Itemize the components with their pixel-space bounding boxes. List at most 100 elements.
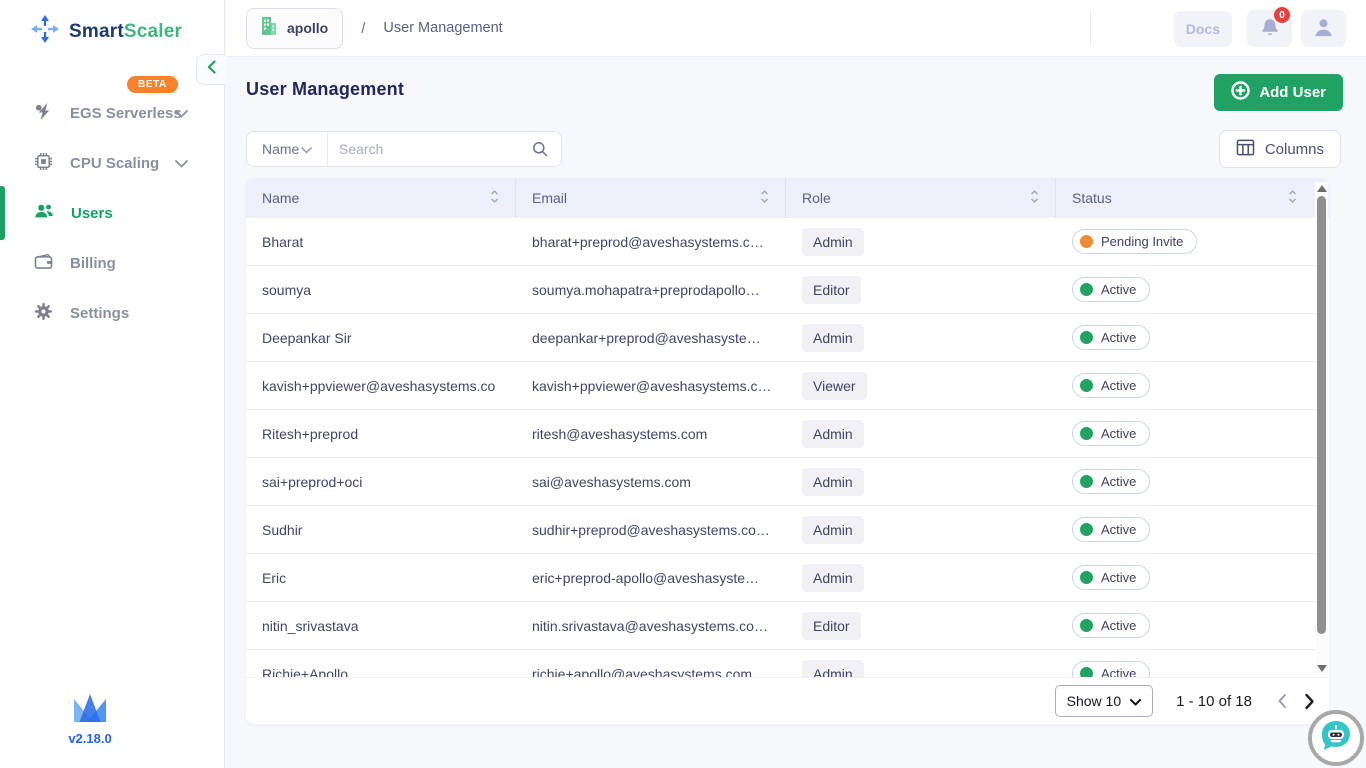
notification-count-badge: 0 xyxy=(1274,7,1290,23)
cell-role: Editor xyxy=(786,276,1056,304)
chevron-left-icon xyxy=(1277,693,1287,709)
table-row[interactable]: Deepankar Sir deepankar+preprod@aveshasy… xyxy=(246,314,1329,362)
cell-status: Active xyxy=(1056,661,1329,678)
status-badge: Active xyxy=(1072,469,1150,494)
table-row[interactable]: sai+preprod+oci sai@aveshasystems.com Ad… xyxy=(246,458,1329,506)
columns-label: Columns xyxy=(1265,141,1324,158)
crown-icon xyxy=(71,694,109,722)
topbar-actions: Docs 0 xyxy=(1174,0,1346,57)
table-header-status[interactable]: Status xyxy=(1056,178,1329,218)
table-header-email[interactable]: Email xyxy=(516,178,786,218)
page-size-select[interactable]: Show 10 xyxy=(1055,685,1153,717)
chat-widget-button[interactable] xyxy=(1308,710,1364,766)
cell-status: Active xyxy=(1056,613,1329,638)
workspace-name: apollo xyxy=(287,20,328,36)
sidebar-item-billing[interactable]: Billing xyxy=(0,238,224,288)
table-header-role[interactable]: Role xyxy=(786,178,1056,218)
status-badge: Active xyxy=(1072,613,1150,638)
table-row[interactable]: nitin_srivastava nitin.srivastava@avesha… xyxy=(246,602,1329,650)
status-dot-icon xyxy=(1080,427,1093,440)
role-chip: Admin xyxy=(802,564,864,592)
cell-email: nitin.srivastava@aveshasystems.co… xyxy=(516,618,786,634)
cell-status: Pending Invite xyxy=(1056,229,1329,254)
sidebar-item-settings[interactable]: Settings xyxy=(0,288,224,338)
building-icon xyxy=(261,17,277,40)
table-header-name[interactable]: Name xyxy=(246,178,516,218)
sidebar-collapse-button[interactable] xyxy=(196,54,226,85)
topbar-divider xyxy=(1090,10,1091,46)
cell-email: kavish+ppviewer@aveshasystems.c… xyxy=(516,378,786,394)
docs-button[interactable]: Docs xyxy=(1174,11,1232,47)
role-chip: Admin xyxy=(802,420,864,448)
status-dot-icon xyxy=(1080,235,1093,248)
role-chip: Admin xyxy=(802,228,864,256)
lightning-icon xyxy=(34,102,53,125)
status-dot-icon xyxy=(1080,475,1093,488)
role-chip: Admin xyxy=(802,468,864,496)
sort-icon[interactable] xyxy=(1288,190,1297,206)
cell-email: sudhir+preprod@aveshasystems.co… xyxy=(516,522,786,538)
table-row[interactable]: kavish+ppviewer@aveshasystems.co kavish+… xyxy=(246,362,1329,410)
table-row[interactable]: Ritesh+preprod ritesh@aveshasystems.com … xyxy=(246,410,1329,458)
profile-button[interactable] xyxy=(1301,10,1346,47)
sidebar-item-label: EGS Serverless xyxy=(70,105,182,122)
table-row[interactable]: Sudhir sudhir+preprod@aveshasystems.co… … xyxy=(246,506,1329,554)
sidebar-item-label: CPU Scaling xyxy=(70,155,159,172)
chevron-left-icon xyxy=(207,60,216,79)
breadcrumb-separator: / xyxy=(361,20,365,37)
table-header-row: Name Email Role Status xyxy=(246,178,1329,218)
sidebar: SmartScaler BETA EGS Serverless CPU Scal… xyxy=(0,0,225,768)
beta-badge: BETA xyxy=(127,76,178,93)
sort-icon[interactable] xyxy=(1030,190,1039,206)
table-row[interactable]: Bharat bharat+preprod@aveshasystems.c… A… xyxy=(246,218,1329,266)
chevron-down-icon xyxy=(301,141,312,157)
filter-field-select[interactable]: Name xyxy=(247,132,327,166)
sidebar-item-users[interactable]: Users xyxy=(0,188,224,238)
table-scrollbar[interactable] xyxy=(1315,182,1328,674)
table-row[interactable]: Richie+Apollo richie+apollo@aveshasystem… xyxy=(246,650,1329,678)
users-icon xyxy=(34,202,54,224)
next-page-button[interactable] xyxy=(1302,691,1317,712)
sidebar-nav: BETA EGS Serverless CPU Scaling Users xyxy=(0,88,224,338)
cell-status: Active xyxy=(1056,373,1329,398)
table-scroll-area: Name Email Role Status Bharat bharat+ xyxy=(246,178,1329,678)
table-row[interactable]: Eric eric+preprod-apollo@aveshasyste… Ad… xyxy=(246,554,1329,602)
status-dot-icon xyxy=(1080,331,1093,344)
status-dot-icon xyxy=(1080,619,1093,632)
cell-status: Active xyxy=(1056,277,1329,302)
status-dot-icon xyxy=(1080,571,1093,584)
chevron-down-icon xyxy=(1130,693,1141,709)
notifications-button[interactable]: 0 xyxy=(1247,10,1292,47)
status-badge: Active xyxy=(1072,565,1150,590)
sidebar-item-egs-serverless[interactable]: BETA EGS Serverless xyxy=(0,88,224,138)
cell-name: sai+preprod+oci xyxy=(246,474,516,490)
scrollbar-down-arrow-icon[interactable] xyxy=(1315,662,1328,674)
columns-button[interactable]: Columns xyxy=(1219,130,1341,168)
workspace-chip[interactable]: apollo xyxy=(246,8,343,49)
cell-role: Editor xyxy=(786,612,1056,640)
scrollbar-up-arrow-icon[interactable] xyxy=(1315,182,1328,194)
cell-status: Active xyxy=(1056,421,1329,446)
page-title: User Management xyxy=(246,79,404,100)
sidebar-item-label: Users xyxy=(71,205,113,222)
cell-name: soumya xyxy=(246,282,516,298)
cpu-chip-icon xyxy=(34,152,53,175)
user-avatar-icon xyxy=(1313,17,1334,41)
sort-icon[interactable] xyxy=(490,190,499,206)
add-user-button[interactable]: Add User xyxy=(1214,74,1343,111)
wallet-icon xyxy=(34,253,53,274)
sort-icon[interactable] xyxy=(760,190,769,206)
users-table-card: Name Email Role Status Bharat bharat+ xyxy=(246,178,1329,724)
cell-name: Deepankar Sir xyxy=(246,330,516,346)
pagination-arrows xyxy=(1275,691,1317,712)
cell-email: ritesh@aveshasystems.com xyxy=(516,426,786,442)
search-icon xyxy=(532,141,548,157)
scrollbar-thumb[interactable] xyxy=(1317,196,1326,634)
status-badge: Active xyxy=(1072,421,1150,446)
search-input[interactable] xyxy=(327,141,532,157)
pagination-range: 1 - 10 of 18 xyxy=(1176,693,1252,710)
cell-role: Viewer xyxy=(786,372,1056,400)
table-row[interactable]: soumya soumya.mohapatra+preprodapollo… E… xyxy=(246,266,1329,314)
prev-page-button[interactable] xyxy=(1275,691,1289,711)
sidebar-item-cpu-scaling[interactable]: CPU Scaling xyxy=(0,138,224,188)
